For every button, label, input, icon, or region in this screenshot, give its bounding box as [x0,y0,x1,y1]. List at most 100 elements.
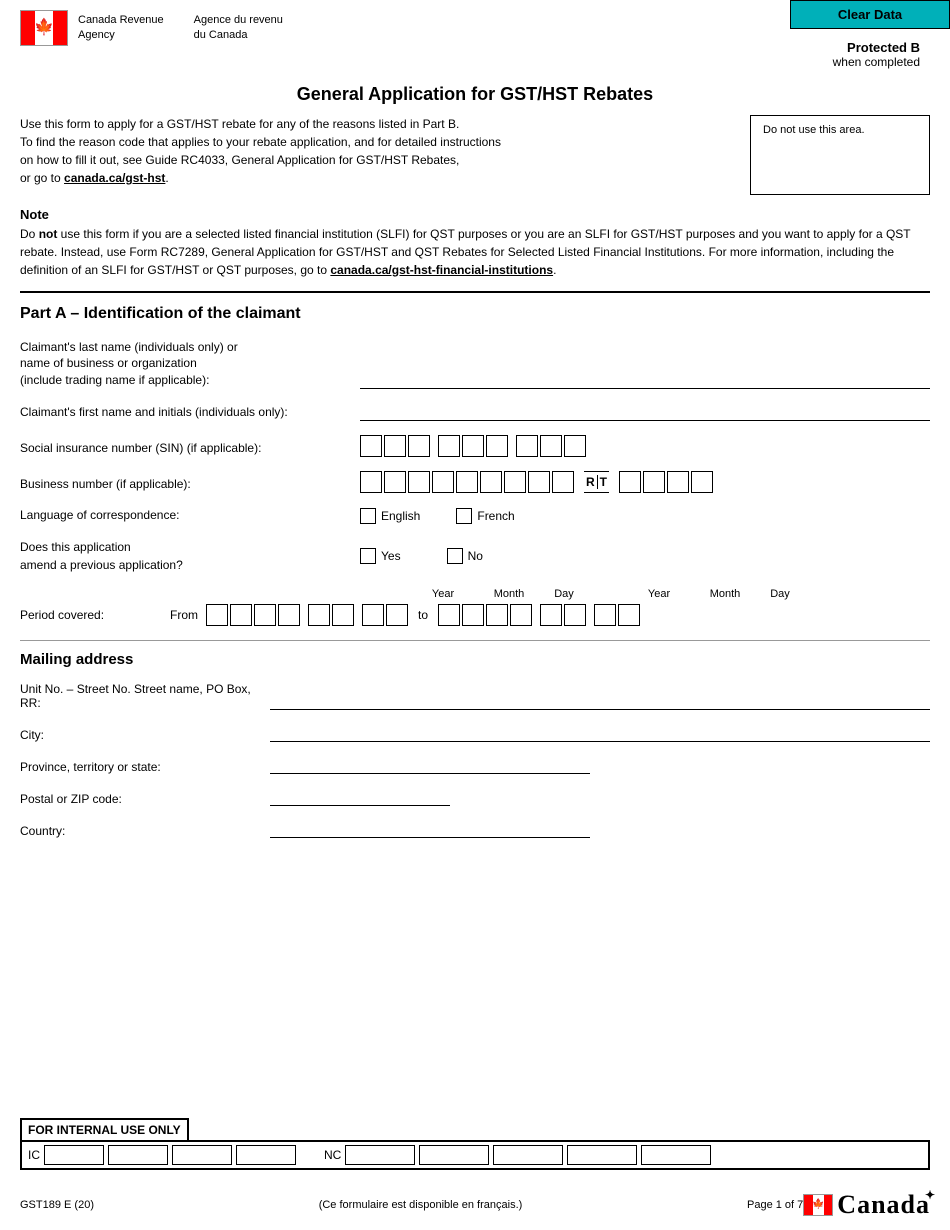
firstname-field[interactable] [360,403,930,421]
sin-box-5[interactable] [462,435,484,457]
to-month-2[interactable] [564,604,586,626]
footer-maple-leaf: 🍁 [812,1200,824,1210]
bn-box-2[interactable] [384,471,406,493]
clear-data-button[interactable]: Clear Data [790,0,950,29]
street-field[interactable] [270,692,930,710]
city-row: City: [20,724,930,742]
maple-leaf-icon: 🍁 [34,20,54,36]
ic-label: IC [28,1148,40,1162]
bn-rt-box-2[interactable] [643,471,665,493]
nc-box-5[interactable] [641,1145,711,1165]
gst-hst-link[interactable]: canada.ca/gst-hst [64,171,165,185]
bn-box-3[interactable] [408,471,430,493]
postal-label: Postal or ZIP code: [20,792,270,806]
lastname-field[interactable] [360,371,930,389]
language-label: Language of correspondence: [20,507,350,524]
bn-rt-box-3[interactable] [667,471,689,493]
sin-box-2[interactable] [384,435,406,457]
period-to-headers: Year Month Day [626,588,802,600]
to-year-3[interactable] [486,604,508,626]
bn-box-4[interactable] [432,471,454,493]
sin-box-3[interactable] [408,435,430,457]
internal-use-boxes: IC NC [20,1140,930,1170]
bn-box-5[interactable] [456,471,478,493]
from-year-3[interactable] [254,604,276,626]
from-month-2[interactable] [332,604,354,626]
ic-box-2[interactable] [108,1145,168,1165]
language-checkboxes: English French [360,508,515,524]
amend-checkboxes: Yes No [360,548,483,564]
yes-option[interactable]: Yes [360,548,401,564]
nc-box-2[interactable] [419,1145,489,1165]
instructions-text: Use this form to apply for a GST/HST reb… [20,115,730,195]
french-label: French [477,509,514,523]
sin-box-7[interactable] [516,435,538,457]
sin-box-4[interactable] [438,435,460,457]
nc-box-4[interactable] [567,1145,637,1165]
bn-box-9[interactable] [552,471,574,493]
postal-field[interactable] [270,788,450,806]
nc-box-1[interactable] [345,1145,415,1165]
yes-checkbox[interactable] [360,548,376,564]
ic-box-4[interactable] [236,1145,296,1165]
to-year-2[interactable] [462,604,484,626]
ic-box-1[interactable] [44,1145,104,1165]
financial-institutions-link[interactable]: canada.ca/gst-hst-financial-institutions [330,263,553,277]
period-label: Period covered: [20,608,170,622]
french-available: (Ce formulaire est disponible en françai… [94,1199,747,1211]
instructions-section: Use this form to apply for a GST/HST reb… [20,115,930,195]
to-day-2[interactable] [618,604,640,626]
firstname-label: Claimant's first name and initials (indi… [20,404,350,421]
province-row: Province, territory or state: [20,756,930,774]
sin-box-1[interactable] [360,435,382,457]
period-section: Year Month Day Year Month Day Period cov… [20,588,930,626]
no-checkbox[interactable] [447,548,463,564]
yes-label: Yes [381,549,401,563]
address-divider [20,640,930,641]
english-label: English [381,509,420,523]
note-title: Note [20,207,49,222]
english-checkbox[interactable] [360,508,376,524]
from-month-1[interactable] [308,604,330,626]
from-day-2[interactable] [386,604,408,626]
internal-use-label: FOR INTERNAL USE ONLY [20,1118,189,1140]
sin-box-8[interactable] [540,435,562,457]
bn-box-7[interactable] [504,471,526,493]
to-year-4[interactable] [510,604,532,626]
bn-rt-box-1[interactable] [619,471,641,493]
footer-flag-icon: 🍁 [803,1194,833,1216]
english-option[interactable]: English [360,508,420,524]
sin-box-6[interactable] [486,435,508,457]
from-year-2[interactable] [230,604,252,626]
agency-name-fr: Agence du revenu du Canada [194,13,283,44]
from-day-1[interactable] [362,604,384,626]
nc-box-3[interactable] [493,1145,563,1165]
to-month-1[interactable] [540,604,562,626]
canada-text: Canada✦ [837,1190,930,1220]
from-year-4[interactable] [278,604,300,626]
bn-box-6[interactable] [480,471,502,493]
french-option[interactable]: French [456,508,514,524]
no-option[interactable]: No [447,548,483,564]
from-year-1[interactable] [206,604,228,626]
ic-box-3[interactable] [172,1145,232,1165]
french-checkbox[interactable] [456,508,472,524]
firstname-row: Claimant's first name and initials (indi… [20,403,930,421]
city-field[interactable] [270,724,930,742]
form-title: General Application for GST/HST Rebates [0,69,950,115]
to-year-1[interactable] [438,604,460,626]
day-header-to: Day [758,588,802,600]
sin-box-9[interactable] [564,435,586,457]
bn-box-1[interactable] [360,471,382,493]
bn-box-8[interactable] [528,471,550,493]
street-row: Unit No. – Street No. Street name, PO Bo… [20,682,930,710]
bn-rt-box-4[interactable] [691,471,713,493]
footer: GST189 E (20) (Ce formulaire est disponi… [20,1190,930,1220]
bn-field: R T [360,471,713,493]
province-field[interactable] [270,756,590,774]
country-field[interactable] [270,820,590,838]
to-label: to [418,608,428,622]
to-day-1[interactable] [594,604,616,626]
header-left: 🍁 Canada Revenue Agency Agence du revenu… [20,10,283,46]
month-header-to: Month [692,588,758,600]
